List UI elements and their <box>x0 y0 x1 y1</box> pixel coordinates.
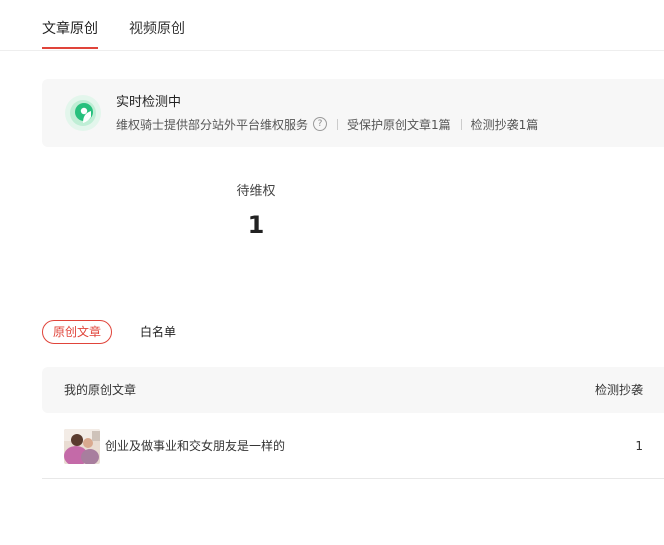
article-title[interactable]: 创业及做事业和交女朋友是一样的 <box>105 437 285 455</box>
column-header-my-articles: 我的原创文章 <box>64 383 137 397</box>
table-header: 我的原创文章 检测抄袭 <box>42 367 664 413</box>
tab-article-original-label: 文章原创 <box>42 21 98 37</box>
page: 文章原创 视频原创 实时检测中 维权骑士提供部分站外平台维权服务 ? 受保护原创… <box>0 0 664 545</box>
shield-check-icon <box>65 95 101 131</box>
status-description-row: 维权骑士提供部分站外平台维权服务 ? 受保护原创文章1篇 检测抄袭1篇 <box>116 114 538 134</box>
pending-rights-value: 1 <box>247 211 265 239</box>
segment-whitelist-label: 白名单 <box>140 325 177 339</box>
tab-article-original[interactable]: 文章原创 <box>42 19 98 49</box>
status-description: 维权骑士提供部分站外平台维权服务 <box>116 117 309 132</box>
status-title: 实时检测中 <box>116 95 182 110</box>
plagiarism-count: 1 <box>635 439 643 453</box>
plagiarism-detected-count: 检测抄袭1篇 <box>470 117 539 132</box>
tab-bar: 文章原创 视频原创 <box>0 0 664 51</box>
column-header-plagiarism: 检测抄袭 <box>594 383 643 397</box>
detection-status-panel: 实时检测中 维权骑士提供部分站外平台维权服务 ? 受保护原创文章1篇 检测抄袭1… <box>42 79 664 147</box>
protected-article-count: 受保护原创文章1篇 <box>347 117 451 132</box>
pending-rights-label: 待维权 <box>236 184 276 199</box>
table-row[interactable]: 创业及做事业和交女朋友是一样的 1 <box>42 413 664 479</box>
tab-active-underline <box>42 47 98 49</box>
divider <box>337 118 339 130</box>
divider <box>460 118 462 130</box>
segment-whitelist[interactable]: 白名单 <box>140 320 176 344</box>
article-thumbnail <box>64 429 100 464</box>
tab-video-original-label: 视频原创 <box>129 21 185 37</box>
tab-video-original[interactable]: 视频原创 <box>129 19 185 39</box>
question-circle-icon[interactable]: ? <box>313 117 328 131</box>
segment-original-articles[interactable]: 原创文章 <box>42 320 112 344</box>
segment-original-articles-label: 原创文章 <box>52 325 101 339</box>
